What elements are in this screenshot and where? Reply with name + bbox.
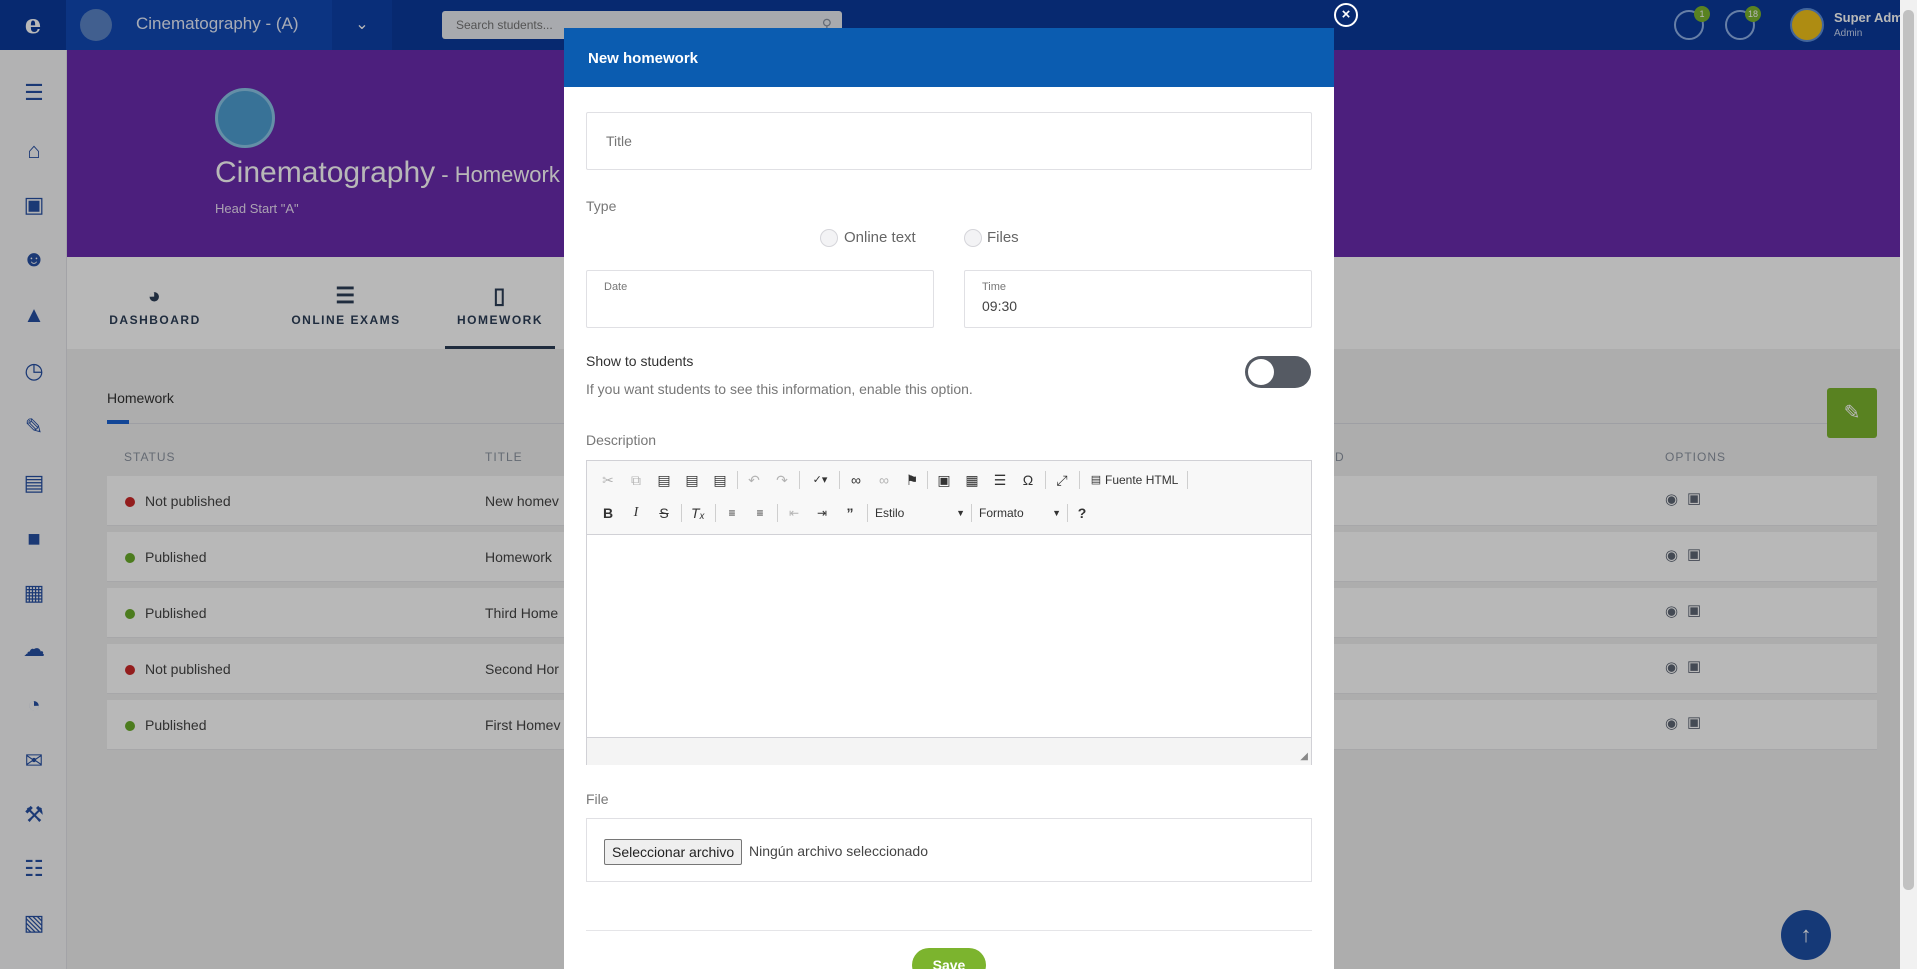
toolbar-separator xyxy=(1045,471,1046,489)
bold-icon[interactable]: B xyxy=(597,502,619,524)
cut-icon[interactable]: ✂ xyxy=(597,469,619,491)
show-to-students-label: Show to students xyxy=(586,353,694,369)
rich-text-editor: ✂ ⧉ ▤ ▤ ▤ ↶ ↷ ✓▾ ∞ ∞ ⚑ ▣ ▦ ☰ Ω ⤢ ▤ Fuent… xyxy=(586,460,1312,765)
indent-icon[interactable]: ⇥ xyxy=(811,502,833,524)
toolbar-separator xyxy=(777,504,778,522)
show-to-students-toggle[interactable] xyxy=(1245,356,1311,388)
divider xyxy=(586,930,1312,931)
editor-status-bar: ◢ xyxy=(587,737,1311,765)
radio-online-text[interactable] xyxy=(820,229,838,247)
modal-header: New homework xyxy=(564,28,1334,87)
toolbar-separator xyxy=(867,504,868,522)
table-icon[interactable]: ▦ xyxy=(961,469,983,491)
time-field[interactable]: Time 09:30 xyxy=(964,270,1312,328)
paste-word-icon[interactable]: ▤ xyxy=(709,469,731,491)
anchor-flag-icon[interactable]: ⚑ xyxy=(901,469,923,491)
file-label: File xyxy=(586,791,609,807)
toolbar-separator xyxy=(839,471,840,489)
editor-content-area[interactable] xyxy=(587,536,1311,737)
horizontal-line-icon[interactable]: ☰ xyxy=(989,469,1011,491)
style-dropdown-label: Estilo xyxy=(875,506,905,520)
toolbar-separator xyxy=(799,471,800,489)
toolbar-separator xyxy=(681,504,682,522)
file-field: Seleccionar archivo Ningún archivo selec… xyxy=(586,818,1312,882)
italic-icon[interactable]: I xyxy=(625,502,647,524)
choose-file-button[interactable]: Seleccionar archivo xyxy=(604,839,743,865)
format-dropdown-label: Formato xyxy=(979,506,1024,520)
file-status: Ningún archivo seleccionado xyxy=(749,843,928,859)
style-dropdown[interactable]: Estilo ▼ xyxy=(875,502,965,524)
numbered-list-icon[interactable]: ≡ xyxy=(721,502,743,524)
outdent-icon[interactable]: ⇤ xyxy=(783,502,805,524)
bulleted-list-icon[interactable]: ≡ xyxy=(749,502,771,524)
date-label: Date xyxy=(604,281,628,293)
link-icon[interactable]: ∞ xyxy=(845,469,867,491)
description-label: Description xyxy=(586,432,657,448)
format-dropdown[interactable]: Formato ▼ xyxy=(979,502,1061,524)
paste-text-icon[interactable]: ▤ xyxy=(681,469,703,491)
help-icon[interactable]: ? xyxy=(1071,502,1093,524)
undo-icon[interactable]: ↶ xyxy=(743,469,765,491)
scrollbar-thumb[interactable] xyxy=(1903,10,1914,890)
time-value[interactable]: 09:30 xyxy=(982,298,1017,314)
toolbar-separator xyxy=(971,504,972,522)
radio-online-text-label[interactable]: Online text xyxy=(844,229,916,246)
toggle-knob xyxy=(1248,359,1274,385)
remove-format-icon[interactable]: Tₓ xyxy=(687,502,709,524)
toolbar-separator xyxy=(927,471,928,489)
toolbar-separator xyxy=(737,471,738,489)
resize-handle-icon[interactable]: ◢ xyxy=(1300,751,1308,762)
blockquote-icon[interactable]: ” xyxy=(839,502,861,524)
spellcheck-icon[interactable]: ✓▾ xyxy=(805,469,835,491)
title-field xyxy=(586,112,1312,170)
copy-icon[interactable]: ⧉ xyxy=(625,469,647,491)
date-field[interactable]: Date xyxy=(586,270,934,328)
save-button[interactable]: Save xyxy=(912,948,986,969)
show-to-students-help: If you want students to see this informa… xyxy=(586,381,973,397)
radio-files[interactable] xyxy=(964,229,982,247)
html-source-button[interactable]: Fuente HTML xyxy=(1105,469,1178,491)
modal-title: New homework xyxy=(588,50,699,67)
toolbar-separator xyxy=(1079,471,1080,489)
redo-icon[interactable]: ↷ xyxy=(771,469,793,491)
toolbar-separator xyxy=(715,504,716,522)
caret-down-icon: ▼ xyxy=(956,508,965,518)
caret-down-icon: ▼ xyxy=(1052,508,1061,518)
strikethrough-icon[interactable]: S xyxy=(653,502,675,524)
radio-files-label[interactable]: Files xyxy=(987,229,1019,246)
type-label: Type xyxy=(586,198,617,214)
paste-icon[interactable]: ▤ xyxy=(653,469,675,491)
new-homework-modal: New homework Type Online text Files Date… xyxy=(564,28,1334,969)
title-input[interactable] xyxy=(587,113,1311,169)
editor-toolbar: ✂ ⧉ ▤ ▤ ▤ ↶ ↷ ✓▾ ∞ ∞ ⚑ ▣ ▦ ☰ Ω ⤢ ▤ Fuent… xyxy=(587,461,1311,535)
time-label: Time xyxy=(982,281,1007,293)
toolbar-separator xyxy=(1067,504,1068,522)
image-icon[interactable]: ▣ xyxy=(933,469,955,491)
toolbar-separator xyxy=(1187,471,1188,489)
source-icon[interactable]: ▤ xyxy=(1085,469,1107,491)
unlink-icon[interactable]: ∞ xyxy=(873,469,895,491)
close-icon[interactable]: × xyxy=(1334,3,1358,27)
maximize-icon[interactable]: ⤢ xyxy=(1051,469,1073,491)
special-character-icon[interactable]: Ω xyxy=(1017,469,1039,491)
